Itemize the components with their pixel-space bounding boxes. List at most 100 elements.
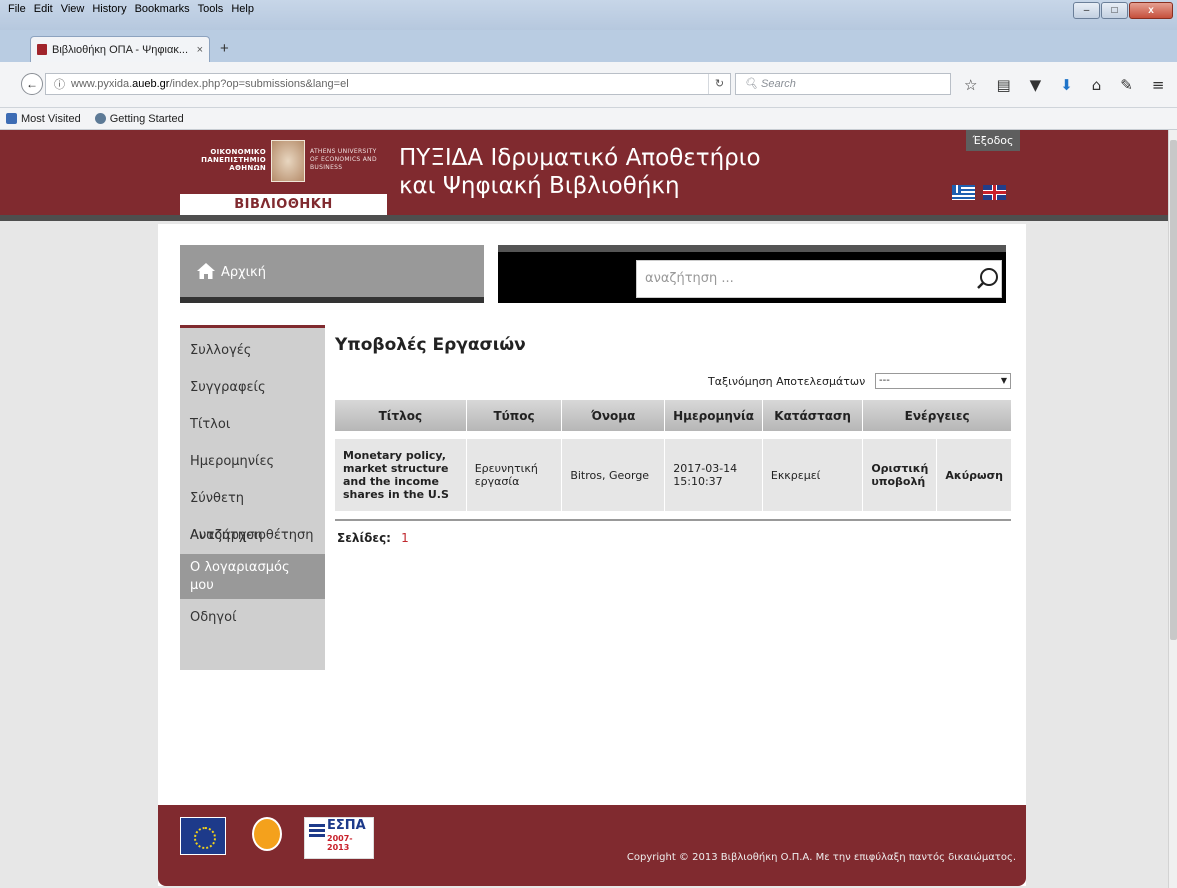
window-titlebar: File Edit View History Bookmarks Tools H… bbox=[0, 0, 1177, 30]
language-switcher bbox=[952, 185, 1006, 200]
menu-history[interactable]: History bbox=[88, 3, 130, 17]
home-box-bar bbox=[180, 297, 484, 303]
column-header-type[interactable]: Τύπος bbox=[465, 400, 562, 431]
submission-date: 2017-03-14 15:10:37 bbox=[664, 439, 762, 511]
search-panel: αναζήτηση ... bbox=[498, 245, 1006, 303]
home-icon[interactable]: ⌂ bbox=[1092, 76, 1102, 94]
most-visited-icon bbox=[6, 112, 17, 124]
page-scrollbar[interactable] bbox=[1168, 130, 1177, 888]
firefox-icon bbox=[94, 112, 106, 124]
menu-icon[interactable]: ≡ bbox=[1152, 76, 1165, 94]
eu-flag-logo bbox=[180, 817, 226, 855]
page-viewport: ΟΙΚΟΝΟΜΙΚΟ ΠΑΝΕΠΙΣΤΗΜΙΟ ΑΘΗΝΩΝ ATHENS UN… bbox=[0, 130, 1168, 888]
pagination: Σελίδες: 1 bbox=[337, 531, 409, 545]
reading-list-icon[interactable]: ▤ bbox=[996, 76, 1010, 94]
column-header-title[interactable]: Τίτλος bbox=[335, 400, 466, 431]
menu-tools[interactable]: Tools bbox=[194, 3, 228, 17]
chevron-down-icon: ▼ bbox=[1000, 376, 1007, 385]
tab-strip: Βιβλιοθήκη ΟΠΑ - Ψηφιακ... × + bbox=[0, 30, 1177, 62]
sidebar-item-self-archiving[interactable]: Αυτοαρχειοθέτηση bbox=[180, 517, 325, 554]
reload-icon[interactable]: ↻ bbox=[708, 74, 730, 94]
tab-close-icon[interactable]: × bbox=[197, 44, 203, 56]
aueb-logo[interactable]: ΟΙΚΟΝΟΜΙΚΟ ΠΑΝΕΠΙΣΤΗΜΙΟ ΑΘΗΝΩΝ ATHENS UN… bbox=[186, 140, 386, 186]
page-title: Υποβολές Εργασιών bbox=[335, 335, 526, 355]
bookmark-most-visited[interactable]: Most Visited bbox=[6, 112, 81, 125]
site-title: ΠΥΞΙΔΑ Ιδρυματικό Αποθετήριο και Ψηφιακή… bbox=[399, 145, 761, 199]
sort-label: Ταξινόμηση Αποτελεσμάτων bbox=[708, 375, 866, 388]
home-label: Αρχική bbox=[221, 265, 266, 280]
sidebar-item-authors[interactable]: Συγγραφείς bbox=[180, 369, 325, 406]
url-text: www.pyxida.aueb.gr/index.php?op=submissi… bbox=[71, 78, 349, 90]
library-label: ΒΙΒΛΙΟΘΗΚΗ bbox=[180, 194, 387, 215]
copyright-text: Copyright © 2013 Βιβλιοθήκη Ο.Π.Α. Με τη… bbox=[626, 852, 1016, 863]
browser-search-input[interactable]: 🔍︎ Search bbox=[735, 73, 951, 95]
window-controls: – □ x bbox=[1073, 2, 1173, 19]
digital-convergence-logo bbox=[242, 817, 288, 855]
cancel-link[interactable]: Ακύρωση bbox=[936, 439, 1011, 511]
scrollbar-thumb[interactable] bbox=[1170, 140, 1177, 640]
header-underbar bbox=[0, 215, 1168, 221]
greek-flag-icon[interactable] bbox=[952, 185, 975, 200]
home-link[interactable]: Αρχική bbox=[180, 245, 484, 303]
sidebar-item-advanced-search[interactable]: Σύνθετη Αναζήτηση bbox=[180, 480, 325, 543]
submission-status: Εκκρεμεί bbox=[761, 439, 863, 511]
page-link-1[interactable]: 1 bbox=[401, 531, 409, 545]
menu-help[interactable]: Help bbox=[227, 3, 258, 17]
espa-logo: ΕΣΠΑ 2007-2013 bbox=[304, 817, 374, 859]
content-area: Υποβολές Εργασιών Ταξινόμηση Αποτελεσμάτ… bbox=[335, 325, 1011, 545]
menu-file[interactable]: File bbox=[4, 3, 30, 17]
site-header: ΟΙΚΟΝΟΜΙΚΟ ΠΑΝΕΠΙΣΤΗΜΙΟ ΑΘΗΝΩΝ ATHENS UN… bbox=[0, 130, 1168, 221]
toolbar-icons: ☆ ▤ ▼ ⬇ ⌂ ✎ ≡ bbox=[964, 76, 1164, 94]
footer-logos: ΕΣΠΑ 2007-2013 bbox=[180, 817, 374, 859]
final-submit-link[interactable]: Οριστική υποβολή bbox=[862, 439, 937, 511]
url-bar[interactable]: ⓘ www.pyxida.aueb.gr/index.php?op=submis… bbox=[45, 73, 731, 95]
table-row: Monetary policy, market structure and th… bbox=[335, 439, 1011, 511]
search-icon[interactable] bbox=[976, 267, 1000, 291]
pocket-icon[interactable]: ▼ bbox=[1030, 76, 1042, 94]
bookmark-star-icon[interactable]: ☆ bbox=[964, 76, 977, 94]
main-container: Αρχική αναζήτηση ... Συλλογές Συγγραφείς… bbox=[158, 224, 1026, 886]
close-window-button[interactable]: x bbox=[1129, 2, 1173, 19]
site-search-input[interactable]: αναζήτηση ... bbox=[636, 260, 1002, 298]
table-bottom-rule bbox=[335, 519, 1011, 521]
sidebar-item-collections[interactable]: Συλλογές bbox=[180, 332, 325, 369]
menu-bookmarks[interactable]: Bookmarks bbox=[131, 3, 194, 17]
aueb-english-name: ATHENS UNIVERSITY OF ECONOMICS AND BUSIN… bbox=[310, 148, 377, 171]
submission-title: Monetary policy, market structure and th… bbox=[335, 439, 466, 511]
info-icon[interactable]: ⓘ bbox=[54, 76, 65, 92]
sidebar-item-my-account[interactable]: Ο λογαριασμός μου bbox=[180, 554, 325, 599]
menu-view[interactable]: View bbox=[57, 3, 89, 17]
aueb-seal-icon bbox=[271, 140, 305, 182]
new-tab-icon[interactable]: + bbox=[220, 40, 229, 57]
submission-author: Bitros, George bbox=[561, 439, 665, 511]
english-flag-icon[interactable] bbox=[983, 185, 1006, 200]
sidebar-item-titles[interactable]: Τίτλοι bbox=[180, 406, 325, 443]
search-panel-bar bbox=[498, 245, 1006, 252]
navigation-bar: ← ⓘ www.pyxida.aueb.gr/index.php?op=subm… bbox=[0, 62, 1177, 108]
menu-edit[interactable]: Edit bbox=[30, 3, 57, 17]
back-button[interactable]: ← bbox=[21, 73, 43, 95]
sidebar-item-dates[interactable]: Ημερομηνίες bbox=[180, 443, 325, 480]
column-header-date[interactable]: Ημερομηνία bbox=[664, 400, 762, 431]
browser-tab[interactable]: Βιβλιοθήκη ΟΠΑ - Ψηφιακ... × bbox=[30, 36, 210, 62]
site-footer: ΕΣΠΑ 2007-2013 Copyright © 2013 Βιβλιοθή… bbox=[158, 805, 1026, 886]
addon-icon[interactable]: ✎ bbox=[1120, 76, 1133, 94]
column-header-name[interactable]: Όνομα bbox=[561, 400, 665, 431]
sort-select[interactable]: --- ▼ bbox=[875, 373, 1011, 389]
pagination-label: Σελίδες: bbox=[337, 531, 391, 545]
sidebar-item-guides[interactable]: Οδηγοί bbox=[180, 599, 325, 636]
bookmarks-toolbar: Most Visited Getting Started bbox=[0, 108, 1177, 130]
bookmark-getting-started[interactable]: Getting Started bbox=[94, 112, 184, 125]
maximize-button[interactable]: □ bbox=[1101, 2, 1128, 19]
submission-type: Ερευνητική εργασία bbox=[465, 439, 562, 511]
menu-bar: File Edit View History Bookmarks Tools H… bbox=[4, 3, 258, 17]
minimize-button[interactable]: – bbox=[1073, 2, 1100, 19]
column-header-status[interactable]: Κατάσταση bbox=[761, 400, 863, 431]
aueb-greek-name: ΟΙΚΟΝΟΜΙΚΟ ΠΑΝΕΠΙΣΤΗΜΙΟ ΑΘΗΝΩΝ bbox=[201, 148, 266, 172]
sort-row: Ταξινόμηση Αποτελεσμάτων --- ▼ bbox=[335, 373, 1011, 391]
tab-title: Βιβλιοθήκη ΟΠΑ - Ψηφιακ... bbox=[52, 43, 188, 56]
sidebar: Συλλογές Συγγραφείς Τίτλοι Ημερομηνίες Σ… bbox=[180, 325, 325, 670]
home-icon bbox=[197, 263, 215, 279]
logout-button[interactable]: Έξοδος bbox=[966, 130, 1020, 151]
download-icon[interactable]: ⬇ bbox=[1060, 76, 1073, 94]
